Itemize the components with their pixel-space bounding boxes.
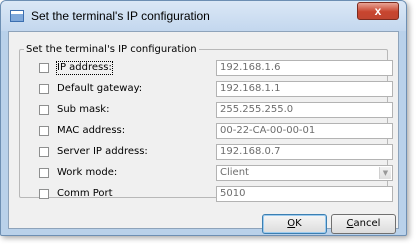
dialog-client-area: Set the terminal's IP configuration IP a… <box>8 31 399 234</box>
chevron-down-icon[interactable]: ▼ <box>379 167 391 179</box>
default-gateway-input[interactable]: 192.168.1.1 <box>216 81 393 97</box>
ok-label-rest: K <box>295 218 302 229</box>
sub-mask-input[interactable]: 255.255.255.0 <box>216 102 393 118</box>
mac-address-row: MAC address: 00-22-CA-00-00-01 <box>20 123 393 139</box>
mac-address-checkbox[interactable] <box>39 126 49 136</box>
title-bar[interactable]: Set the terminal's IP configuration x <box>1 1 406 31</box>
mac-address-label: MAC address: <box>57 125 126 136</box>
ip-address-checkbox[interactable] <box>39 63 49 73</box>
default-gateway-label: Default gateway: <box>57 83 143 94</box>
cancel-button[interactable]: Cancel <box>331 214 396 234</box>
cancel-mnemonic: C <box>346 218 354 229</box>
ok-mnemonic: O <box>287 218 296 229</box>
close-button[interactable]: x <box>357 2 399 20</box>
work-mode-row: Work mode: Client ▼ <box>20 165 393 181</box>
ip-address-label: IP address: <box>56 61 113 75</box>
mac-address-input[interactable]: 00-22-CA-00-00-01 <box>216 123 393 139</box>
comm-port-label: Comm Port <box>57 188 113 199</box>
work-mode-label: Work mode: <box>57 167 118 178</box>
sub-mask-row: Sub mask: 255.255.255.0 <box>20 102 393 118</box>
cancel-label-rest: ancel <box>353 218 381 229</box>
sub-mask-label: Sub mask: <box>57 104 110 115</box>
comm-port-row: Comm Port 5010 <box>20 186 393 202</box>
ip-config-groupbox: Set the terminal's IP configuration IP a… <box>19 44 393 202</box>
groupbox-legend: Set the terminal's IP configuration <box>24 44 199 55</box>
server-ip-checkbox[interactable] <box>39 147 49 157</box>
ip-address-row: IP address: 192.168.1.6 <box>20 60 393 76</box>
server-ip-input[interactable]: 192.168.0.7 <box>216 144 393 160</box>
work-mode-value: Client <box>220 167 249 178</box>
sub-mask-checkbox[interactable] <box>39 105 49 115</box>
server-ip-row: Server IP address: 192.168.0.7 <box>20 144 393 160</box>
dialog-window: Set the terminal's IP configuration x Se… <box>0 0 407 236</box>
window-app-icon <box>10 10 24 22</box>
default-gateway-checkbox[interactable] <box>39 84 49 94</box>
close-icon: x <box>374 4 382 18</box>
comm-port-checkbox[interactable] <box>39 189 49 199</box>
window-title: Set the terminal's IP configuration <box>31 9 210 23</box>
default-gateway-row: Default gateway: 192.168.1.1 <box>20 81 393 97</box>
work-mode-checkbox[interactable] <box>39 168 49 178</box>
server-ip-label: Server IP address: <box>57 146 148 157</box>
comm-port-input[interactable]: 5010 <box>216 186 393 202</box>
ok-button[interactable]: OK <box>262 214 327 234</box>
work-mode-select[interactable]: Client ▼ <box>216 165 393 181</box>
ip-address-input[interactable]: 192.168.1.6 <box>216 60 393 76</box>
